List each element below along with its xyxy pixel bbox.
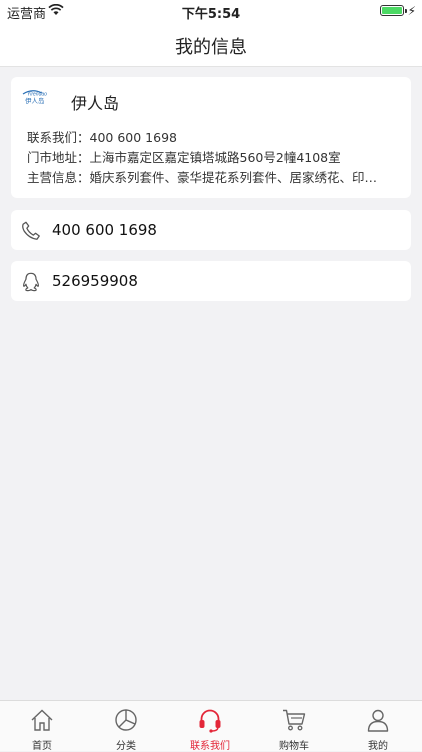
qq-icon [23,272,39,292]
phone-number: 400 600 1698 [52,221,157,239]
contact-value: 400 600 1698 [89,130,177,145]
address-row: 门市地址：上海市嘉定区嘉定镇塔城路560号2幢4108室 [27,147,397,166]
page-title: 我的信息 [175,37,247,58]
tab-bar: 首页 分类 联系我们 购物车 我的 [0,700,422,752]
tab-cart[interactable]: 购物车 [252,701,336,752]
tab-home[interactable]: 首页 [0,701,84,752]
user-icon [367,709,389,732]
headset-icon [199,709,221,733]
cart-icon [283,709,306,731]
business-row: 主营信息：婚庆系列套件、豪华提花系列套件、居家绣花、印… [27,167,397,186]
svg-text:伊人岛: 伊人岛 [25,96,45,105]
tab-contact[interactable]: 联系我们 [168,701,252,752]
category-icon [115,709,137,731]
status-bar: 运营商 下午5:54 ⚡ [0,0,422,22]
qq-card[interactable]: 526959908 [11,261,411,301]
business-value: 婚庆系列套件、豪华提花系列套件、居家绣花、印… [89,170,378,185]
battery-icon [380,5,407,16]
tab-mine[interactable]: 我的 [336,701,420,752]
tab-category[interactable]: 分类 [84,701,168,752]
clock: 下午5:54 [181,7,241,22]
address-label: 门市地址： [27,150,90,165]
qq-number: 526959908 [52,272,138,290]
home-icon [31,709,53,731]
phone-card[interactable]: 400 600 1698 [11,210,411,250]
shop-info-card: Yirendao 伊人岛 伊人岛 联系我们：400 600 1698 门市地址：… [11,77,411,198]
charging-icon: ⚡ [407,4,416,18]
address-value: 上海市嘉定区嘉定镇塔城路560号2幢4108室 [89,150,341,165]
nav-bar: 我的信息 [0,22,422,67]
contact-row: 联系我们：400 600 1698 [27,127,397,146]
phone-icon [22,221,40,240]
business-label: 主营信息： [27,170,90,185]
shop-logo: Yirendao 伊人岛 [22,90,47,105]
contact-label: 联系我们： [27,130,90,145]
shop-name: 伊人岛 [71,94,120,113]
